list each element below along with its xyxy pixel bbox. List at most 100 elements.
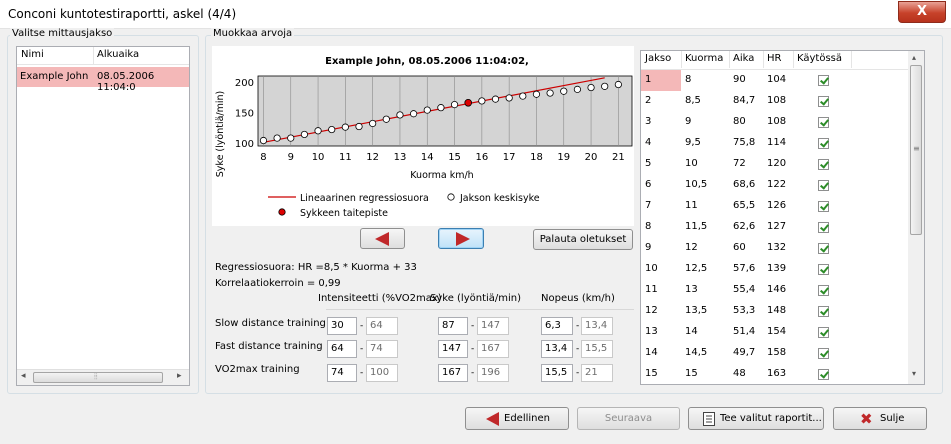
table-row[interactable]: 4 9,5 75,8 114 [641,133,908,154]
enabled-checkbox[interactable] [818,117,829,128]
data-point[interactable] [287,134,295,142]
data-point[interactable] [273,134,281,142]
edit-values-group-label: Muokkaa arvoja [211,28,295,39]
enabled-checkbox[interactable] [818,306,829,317]
data-point[interactable] [505,94,513,102]
table-row[interactable]: 1 8 90 104 [641,70,908,91]
enabled-checkbox[interactable] [818,180,829,191]
data-point[interactable] [328,125,336,134]
data-point[interactable] [437,104,445,112]
grid-vscroll-thumb[interactable]: ≡ [910,65,922,235]
intensity-from-input[interactable]: 30 [327,317,357,335]
data-point[interactable] [573,85,582,93]
data-point[interactable] [314,127,322,135]
table-row[interactable]: 10 12,5 57,6 139 [641,259,908,280]
previous-point-button[interactable] [360,228,405,249]
data-point[interactable] [491,95,500,103]
previous-button[interactable]: Edellinen [465,407,569,430]
enabled-checkbox[interactable] [818,96,829,107]
data-point[interactable] [355,122,363,131]
table-row[interactable]: 14 14,5 49,7 158 [641,343,908,364]
list-item[interactable]: Example John 08.05.2006 11:04:0 [17,67,189,93]
table-row[interactable]: 5 10 72 120 [641,154,908,175]
data-point[interactable] [396,111,404,119]
enabled-checkbox[interactable] [818,285,829,296]
data-point[interactable] [614,80,622,89]
table-row[interactable]: 15 15 48 163 [641,364,908,384]
grid-cell-hr: 104 [767,74,787,85]
hr-from-input[interactable]: 87 [438,317,468,335]
interval-grid[interactable]: Jakso Kuorma Aika HR Käytössä 1 8 90 104 2 8,… [640,50,925,385]
table-row[interactable]: 13 14 51,4 154 [641,322,908,343]
next-point-button[interactable] [438,228,484,249]
col-header-enabled[interactable]: Käytössä [797,53,842,64]
grid-vscrollbar[interactable]: ▴ ≡ ▾ [908,51,924,384]
table-row[interactable]: 8 11,5 62,6 127 [641,217,908,238]
data-point[interactable] [341,123,349,131]
data-point[interactable] [546,89,554,97]
data-point[interactable] [478,97,486,105]
intensity-from-input[interactable]: 74 [327,364,357,382]
enabled-checkbox[interactable] [818,243,829,254]
grid-cell-load: 13 [685,284,698,295]
col-header-interval[interactable]: Jakso [645,53,671,64]
close-button-label: Sulje [880,413,905,424]
list-hscroll-thumb[interactable]: ⦙⦙ [33,372,163,383]
col-header-load[interactable]: Kuorma [685,53,723,64]
y-tick-label: 150 [235,109,254,120]
enabled-checkbox[interactable] [818,159,829,170]
table-row[interactable]: 7 11 65,5 126 [641,196,908,217]
grid-cell-time: 80 [733,116,746,127]
scroll-up-icon[interactable]: ▴ [912,53,916,62]
col-header-start[interactable]: Alkuaika [97,49,139,60]
close-button[interactable]: ✖ Sulje [833,407,927,430]
table-row[interactable]: 6 10,5 68,6 122 [641,175,908,196]
data-point[interactable] [300,130,309,139]
hr-from-input[interactable]: 147 [438,340,468,358]
data-point[interactable] [601,82,609,90]
data-point[interactable] [519,92,527,100]
table-row[interactable]: 12 13,5 53,3 148 [641,301,908,322]
data-point[interactable] [450,101,459,109]
enabled-checkbox[interactable] [818,369,829,380]
data-point[interactable] [369,119,377,128]
col-header-hr[interactable]: HR [767,53,781,64]
data-point[interactable] [587,83,595,92]
data-point[interactable] [532,90,541,98]
data-point[interactable] [423,106,431,114]
data-point[interactable] [259,136,268,145]
measurement-list[interactable]: Nimi Alkuaika Example John 08.05.2006 11… [16,46,190,386]
col-header-name[interactable]: Nimi [21,49,44,60]
next-button[interactable]: Seuraava [577,407,680,430]
enabled-checkbox[interactable] [818,75,829,86]
col-header-time[interactable]: Aika [733,53,754,64]
speed-from-input[interactable]: 6,3 [541,317,573,335]
scroll-down-icon[interactable]: ▾ [912,369,916,378]
scroll-right-icon[interactable]: ▸ [177,371,182,381]
breakpoint-point[interactable] [464,98,473,107]
window-close-button[interactable]: X [898,1,946,23]
list-hscrollbar[interactable]: ◂ ⦙⦙ ▸ [17,369,189,385]
table-row[interactable]: 9 12 60 132 [641,238,908,259]
enabled-checkbox[interactable] [818,201,829,212]
x-tick-label: 19 [557,152,570,163]
table-row[interactable]: 2 8,5 84,7 108 [641,91,908,112]
enabled-checkbox[interactable] [818,264,829,275]
table-row[interactable]: 11 13 55,4 146 [641,280,908,301]
data-point[interactable] [410,110,418,118]
intensity-from-input[interactable]: 64 [327,340,357,358]
table-row[interactable]: 3 9 80 108 [641,112,908,133]
speed-from-input[interactable]: 15,5 [541,364,573,382]
scroll-left-icon[interactable]: ◂ [21,371,26,381]
create-reports-button[interactable]: Tee valitut raportit... [688,407,824,430]
data-point[interactable] [382,115,390,123]
enabled-checkbox[interactable] [818,348,829,359]
hr-from-input[interactable]: 167 [438,364,468,382]
speed-from-input[interactable]: 13,4 [541,340,573,358]
reset-defaults-button[interactable]: Palauta oletukset [533,229,633,250]
enabled-checkbox[interactable] [818,222,829,233]
enabled-checkbox[interactable] [818,138,829,149]
enabled-checkbox[interactable] [818,327,829,338]
data-point[interactable] [560,87,568,95]
grid-cell-interval: 12 [645,305,658,316]
